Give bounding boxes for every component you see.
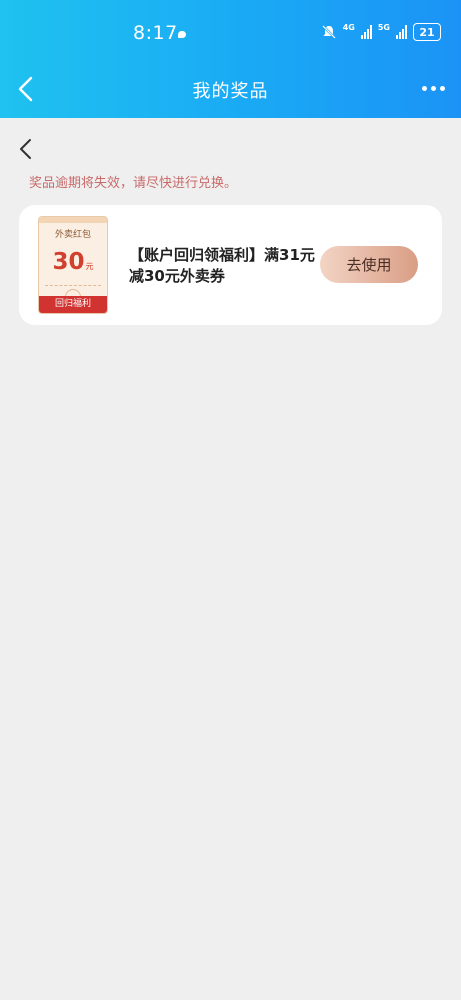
network-4g-label: 4G (342, 23, 355, 32)
amount-unit: 元 (85, 262, 94, 271)
page-title: 我的奖品 (192, 81, 269, 102)
bell-off-icon (321, 25, 336, 39)
expiry-notice: 奖品逾期将失效，请尽快进行兑换。 (29, 176, 238, 191)
signal-icon (396, 25, 407, 39)
ticket-divider (45, 285, 101, 286)
status-icons: 4G 5G 21 (321, 23, 441, 41)
ticket-edge (39, 217, 107, 223)
prize-title: 【账户回归领福利】满31元减30元外卖券 (129, 246, 315, 285)
use-button[interactable]: 去使用 (320, 246, 418, 283)
nav-bar: 我的奖品 (0, 70, 461, 110)
ticket-footer: 回归福利 (39, 296, 107, 313)
battery-icon: 21 (413, 23, 441, 41)
coupon-ticket: 外卖红包 30元 回归福利 (38, 216, 108, 314)
network-5g-label: 5G (377, 23, 390, 32)
prize-card: 外卖红包 30元 回归福利 【账户回归领福利】满31元减30元外卖券 去使用 (19, 205, 442, 325)
chevron-left-icon[interactable] (16, 136, 36, 162)
amount-value: 30 (52, 249, 85, 275)
status-bar: 8:17 4G 5G 21 (0, 20, 461, 48)
signal-icon (360, 25, 372, 39)
status-time: 8:17 (133, 22, 178, 44)
app-header: 8:17 4G 5G 21 我的奖品 (0, 0, 461, 118)
ticket-header: 外卖红包 (54, 230, 91, 240)
message-icon (178, 31, 186, 38)
more-icon[interactable] (422, 86, 445, 91)
ticket-amount: 30元 (39, 249, 107, 275)
